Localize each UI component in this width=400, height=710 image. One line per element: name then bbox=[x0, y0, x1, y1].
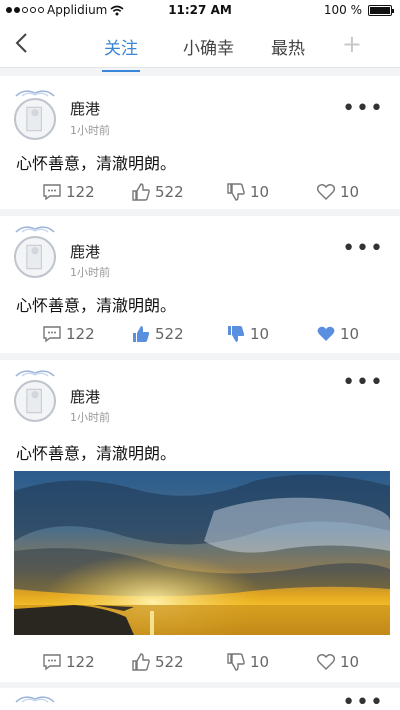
like-button[interactable]: 522 bbox=[131, 652, 184, 672]
status-bar: Applidium 11:27 AM 100 % bbox=[0, 0, 400, 20]
post-image[interactable] bbox=[14, 471, 390, 635]
back-arrow-icon[interactable] bbox=[10, 30, 36, 56]
sunset-photo bbox=[14, 471, 390, 635]
thumbs-down-icon bbox=[227, 183, 245, 201]
dislike-count: 10 bbox=[250, 653, 270, 671]
favorite-count: 10 bbox=[340, 325, 360, 343]
heart-icon bbox=[316, 654, 336, 670]
battery-group: 100 % bbox=[323, 3, 394, 17]
dislike-button[interactable]: 10 bbox=[226, 652, 269, 672]
thumbs-up-icon bbox=[133, 326, 150, 342]
avatar[interactable] bbox=[14, 380, 56, 422]
avatar-decoration-icon bbox=[15, 226, 55, 233]
post-author[interactable]: 鹿港 bbox=[70, 386, 100, 407]
post-text: 心怀善意，清澈明朗。 bbox=[16, 444, 177, 463]
post-actions: 122 522 10 10 bbox=[0, 652, 400, 674]
more-options-button[interactable]: ••• bbox=[342, 98, 384, 120]
post-time: 1小时前 bbox=[70, 124, 110, 137]
favorite-count: 10 bbox=[340, 653, 360, 671]
post-card: 鹿港 1小时前 ••• 心怀善意，清澈明朗。 122 522 10 10 bbox=[0, 216, 400, 353]
like-count: 522 bbox=[155, 325, 184, 343]
comment-icon bbox=[43, 326, 61, 343]
avatar-decoration-icon bbox=[15, 370, 55, 377]
like-count: 522 bbox=[155, 183, 184, 201]
post-time: 1小时前 bbox=[70, 411, 110, 424]
avatar[interactable] bbox=[14, 236, 56, 278]
comment-icon bbox=[43, 184, 61, 201]
comment-count: 122 bbox=[66, 325, 95, 343]
comment-count: 122 bbox=[66, 183, 95, 201]
post-card: 鹿港 1小时前 ••• 心怀善意，清澈明朗。 122 522 10 10 bbox=[0, 360, 400, 682]
like-button[interactable]: 522 bbox=[131, 182, 184, 202]
favorite-button[interactable]: 10 bbox=[316, 182, 359, 202]
like-button[interactable]: 522 bbox=[131, 324, 184, 344]
avatar[interactable] bbox=[14, 98, 56, 140]
heart-icon bbox=[316, 184, 336, 200]
post-actions: 122 522 10 10 bbox=[0, 182, 400, 204]
post-text: 心怀善意，清澈明朗。 bbox=[16, 296, 177, 315]
comment-button[interactable]: 122 bbox=[42, 182, 95, 202]
post-time: 1小时前 bbox=[70, 266, 110, 279]
thumbs-down-icon bbox=[227, 653, 245, 671]
comment-button[interactable]: 122 bbox=[42, 324, 95, 344]
tab-follow[interactable]: 关注 bbox=[102, 34, 140, 72]
more-options-button[interactable]: ••• bbox=[342, 692, 384, 710]
thumbs-up-icon bbox=[132, 653, 150, 671]
dislike-button[interactable]: 10 bbox=[226, 324, 269, 344]
post-author[interactable]: 鹿港 bbox=[70, 98, 100, 119]
avatar-decoration-icon bbox=[15, 90, 55, 97]
battery-icon bbox=[368, 4, 394, 16]
post-card: 鹿港 1小时前 ••• 心怀善意，清澈明朗。 122 522 10 10 bbox=[0, 76, 400, 209]
post-text: 心怀善意，清澈明朗。 bbox=[16, 154, 177, 173]
add-tab-button[interactable]: + bbox=[342, 30, 362, 58]
top-nav: 关注 小确幸 最热 + bbox=[0, 20, 400, 72]
tab-hottest[interactable]: 最热 bbox=[271, 34, 305, 59]
avatar-decoration-icon bbox=[15, 696, 55, 703]
battery-percent: 100 % bbox=[323, 3, 362, 17]
more-options-button[interactable]: ••• bbox=[342, 372, 384, 394]
comment-count: 122 bbox=[66, 653, 95, 671]
comment-icon bbox=[43, 654, 61, 671]
more-options-button[interactable]: ••• bbox=[342, 238, 384, 260]
tab-small-happiness[interactable]: 小确幸 bbox=[183, 34, 234, 59]
thumbs-down-icon bbox=[228, 326, 245, 342]
post-author[interactable]: 鹿港 bbox=[70, 241, 100, 262]
favorite-button[interactable]: 10 bbox=[316, 324, 359, 344]
favorite-button[interactable]: 10 bbox=[316, 652, 359, 672]
post-actions: 122 522 10 10 bbox=[0, 324, 400, 346]
dislike-count: 10 bbox=[250, 183, 270, 201]
heart-icon bbox=[317, 326, 335, 341]
dislike-button[interactable]: 10 bbox=[226, 182, 269, 202]
like-count: 522 bbox=[155, 653, 184, 671]
comment-button[interactable]: 122 bbox=[42, 652, 95, 672]
dislike-count: 10 bbox=[250, 325, 270, 343]
favorite-count: 10 bbox=[340, 183, 360, 201]
post-card: ••• bbox=[0, 688, 400, 710]
thumbs-up-icon bbox=[132, 183, 150, 201]
app-screen: Applidium 11:27 AM 100 % 关注 小确幸 最热 + 鹿港 … bbox=[0, 0, 400, 710]
